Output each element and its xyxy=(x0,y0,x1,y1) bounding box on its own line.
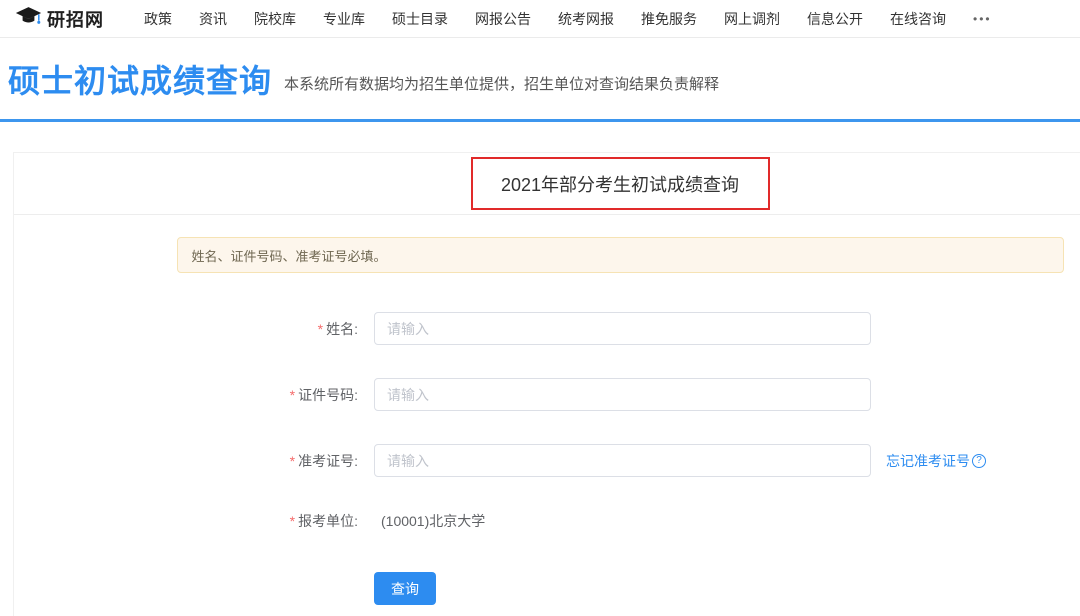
top-navigation: 研招网 政策 资讯 院校库 专业库 硕士目录 网报公告 统考网报 推免服务 网上… xyxy=(0,0,1080,38)
page: 研招网 政策 资讯 院校库 专业库 硕士目录 网报公告 统考网报 推免服务 网上… xyxy=(0,0,1080,616)
nav-more-button[interactable]: ••• xyxy=(973,12,992,26)
nav-item-exempt-service[interactable]: 推免服务 xyxy=(641,9,697,29)
site-logo[interactable]: 研招网 xyxy=(15,6,104,32)
name-label: *姓名: xyxy=(14,319,358,339)
nav-menu: 政策 资讯 院校库 专业库 硕士目录 网报公告 统考网报 推免服务 网上调剂 信… xyxy=(144,9,992,29)
id-number-label: *证件号码: xyxy=(14,385,358,405)
nav-item-online-consult[interactable]: 在线咨询 xyxy=(890,9,946,29)
nav-item-major-library[interactable]: 专业库 xyxy=(323,9,365,29)
admission-ticket-input[interactable] xyxy=(374,444,871,477)
nav-item-online-report-notice[interactable]: 网报公告 xyxy=(475,9,531,29)
nav-item-news[interactable]: 资讯 xyxy=(199,9,227,29)
card-body: 姓名、证件号码、准考证号必填。 *姓名: *证件号码: xyxy=(14,237,1080,605)
forgot-ticket-link[interactable]: 忘记准考证号? xyxy=(886,451,986,471)
query-form: *姓名: *证件号码: *准考证号: xyxy=(14,312,1080,605)
nav-item-master-catalog[interactable]: 硕士目录 xyxy=(392,9,448,29)
form-row-name: *姓名: xyxy=(14,312,1080,345)
graduation-cap-icon xyxy=(15,6,42,31)
red-annotation-box: 2021年部分考生初试成绩查询 xyxy=(471,157,770,210)
target-institution-label: *报考单位: xyxy=(14,511,358,531)
required-asterisk: * xyxy=(290,513,295,529)
blue-divider xyxy=(0,119,1080,122)
id-number-input[interactable] xyxy=(374,378,871,411)
page-header: 硕士初试成绩查询 本系统所有数据均为招生单位提供，招生单位对查询结果负责解释 xyxy=(0,38,1080,119)
nav-item-info-disclosure[interactable]: 信息公开 xyxy=(807,9,863,29)
card-title: 2021年部分考生初试成绩查询 xyxy=(501,171,739,197)
page-title: 硕士初试成绩查询 xyxy=(8,56,272,102)
button-row: 查询 xyxy=(14,572,1080,605)
nav-item-college-library[interactable]: 院校库 xyxy=(254,9,296,29)
score-query-card: 2021年部分考生初试成绩查询 姓名、证件号码、准考证号必填。 *姓名: *证件… xyxy=(13,152,1080,616)
name-input[interactable] xyxy=(374,312,871,345)
query-button[interactable]: 查询 xyxy=(374,572,436,605)
form-row-target-institution: *报考单位: (10001)北京大学 xyxy=(14,510,1080,531)
admission-ticket-label: *准考证号: xyxy=(14,451,358,471)
logo-text: 研招网 xyxy=(47,6,104,32)
page-subtitle: 本系统所有数据均为招生单位提供，招生单位对查询结果负责解释 xyxy=(284,63,719,94)
required-fields-notice: 姓名、证件号码、准考证号必填。 xyxy=(177,237,1064,273)
form-row-id-number: *证件号码: xyxy=(14,378,1080,411)
question-circle-icon: ? xyxy=(972,454,986,468)
nav-item-policy[interactable]: 政策 xyxy=(144,9,172,29)
form-row-admission-ticket: *准考证号: 忘记准考证号? xyxy=(14,444,1080,477)
target-institution-value: (10001)北京大学 xyxy=(381,511,485,531)
required-asterisk: * xyxy=(318,321,323,337)
nav-item-unified-exam-report[interactable]: 统考网报 xyxy=(558,9,614,29)
required-asterisk: * xyxy=(290,387,295,403)
required-asterisk: * xyxy=(290,453,295,469)
card-header: 2021年部分考生初试成绩查询 xyxy=(14,153,1080,215)
nav-item-online-adjustment[interactable]: 网上调剂 xyxy=(724,9,780,29)
